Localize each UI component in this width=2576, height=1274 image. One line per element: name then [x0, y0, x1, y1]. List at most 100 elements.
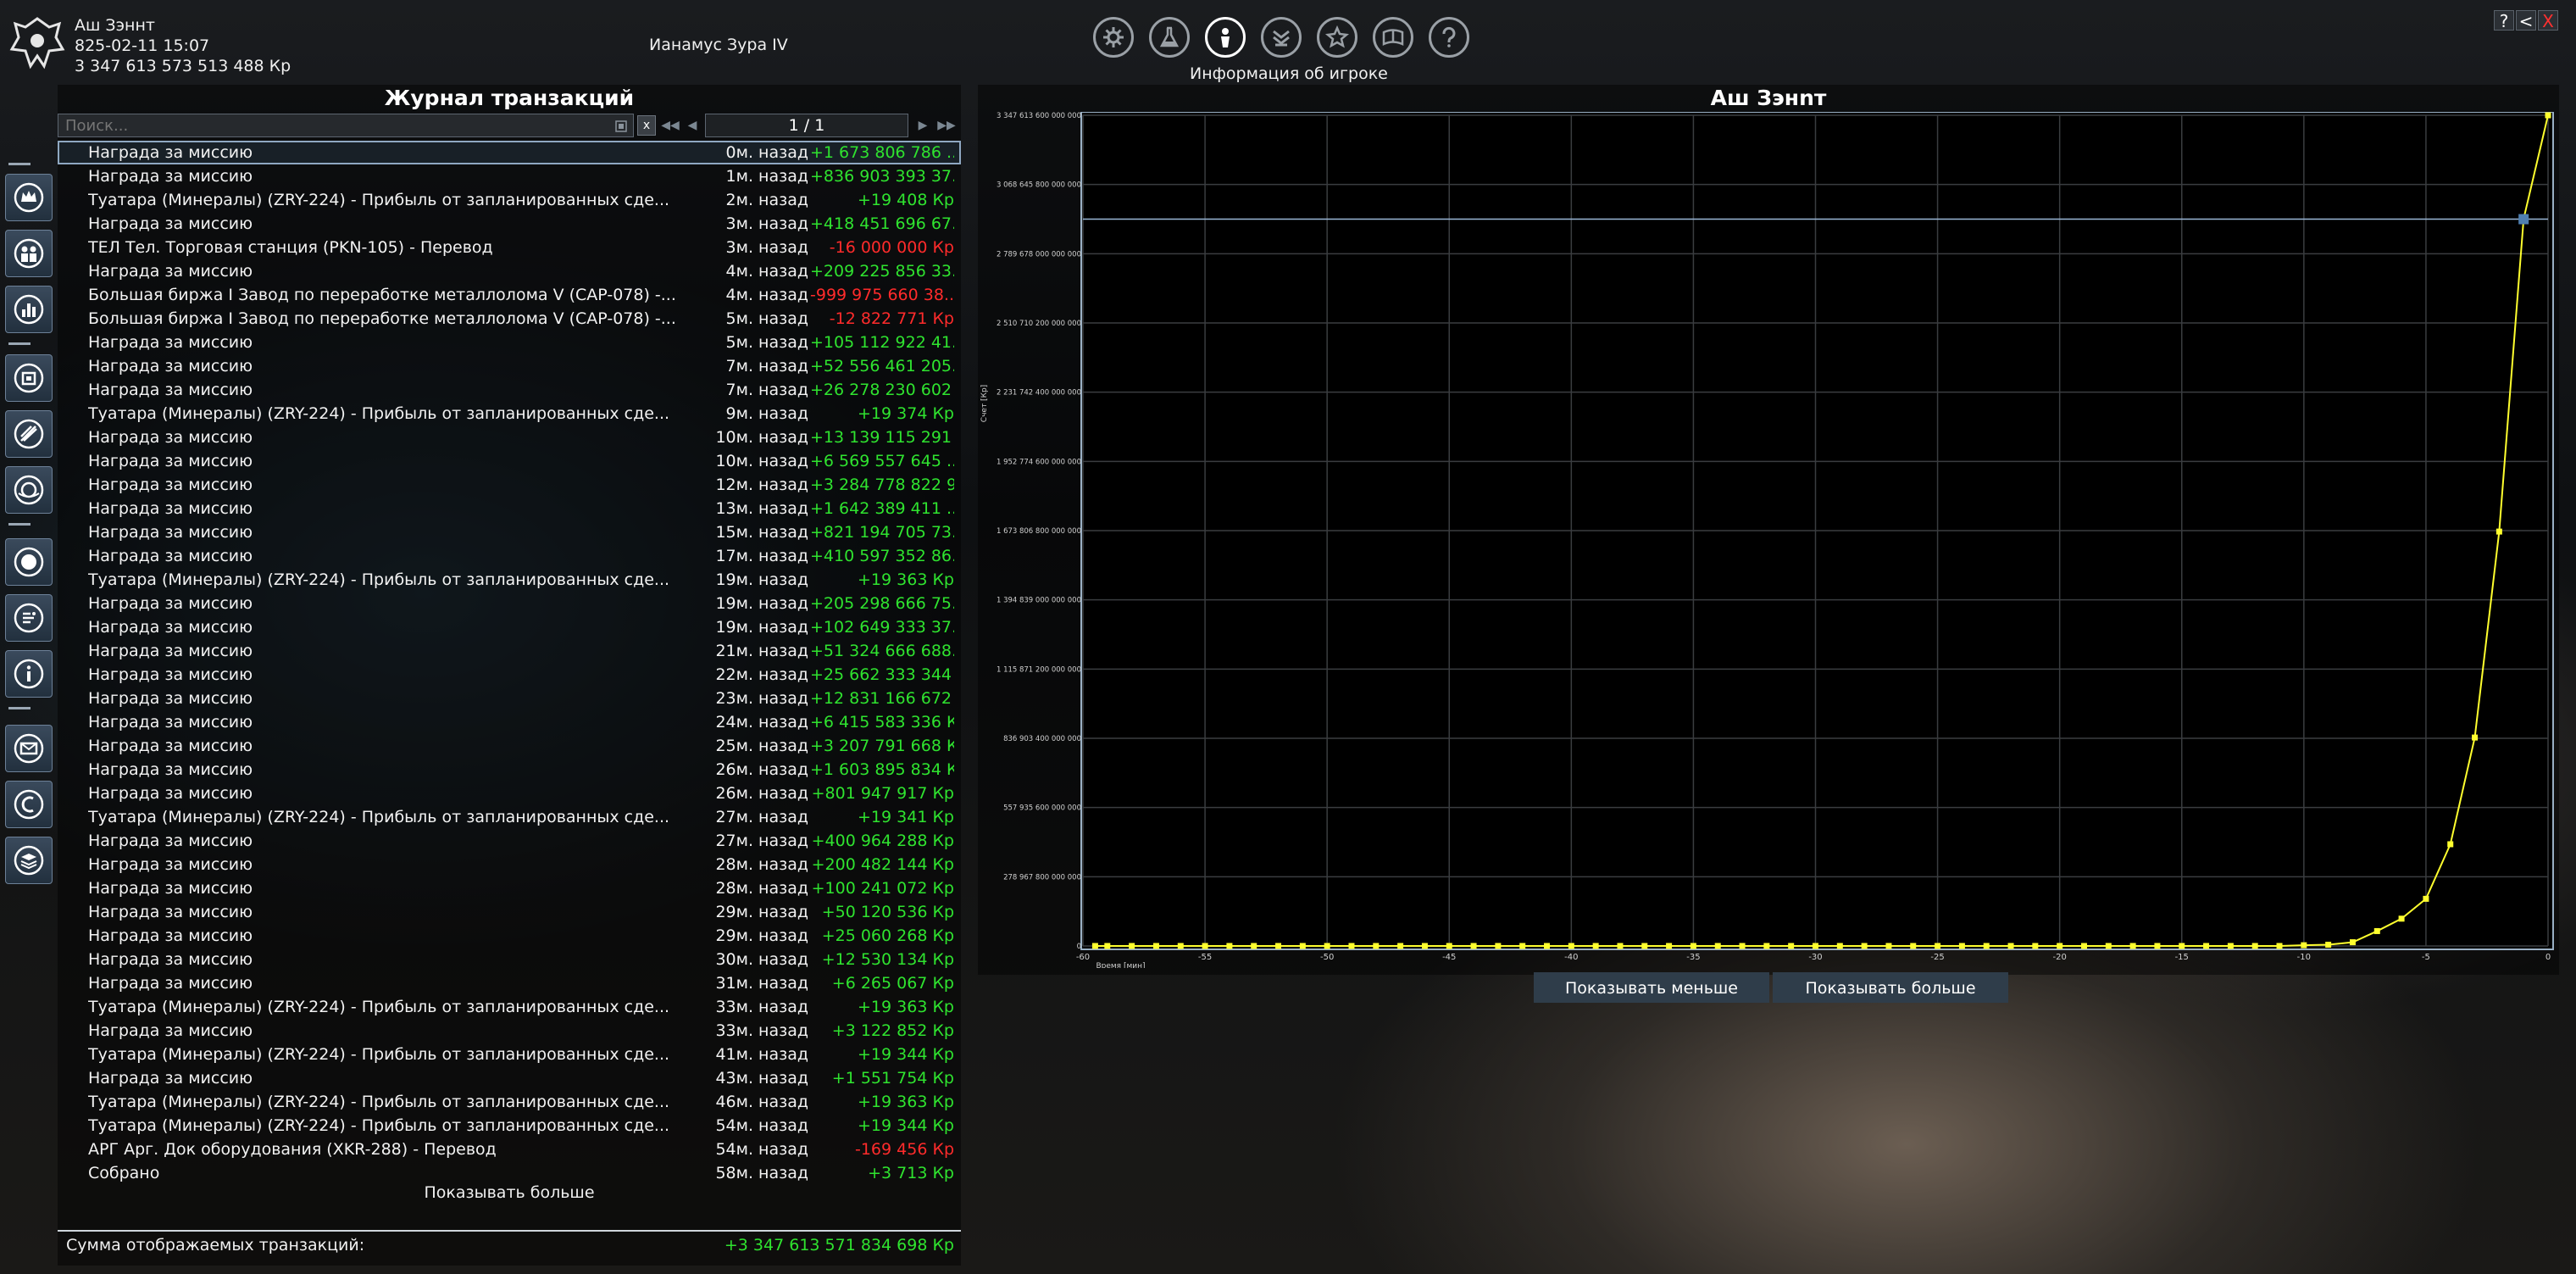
transaction-row[interactable]: Награда за миссию 29м. назад +50 120 536 К…	[58, 900, 961, 924]
data-point[interactable]	[1861, 943, 1868, 949]
transaction-row[interactable]: АРГ Арг. Док оборудования (XKR-288) - Пе…	[58, 1138, 961, 1161]
data-point[interactable]	[1935, 943, 1941, 949]
data-point[interactable]	[1983, 943, 1990, 949]
data-point[interactable]	[2349, 939, 2356, 946]
data-point[interactable]	[1299, 943, 1306, 949]
bar-chart-icon[interactable]	[5, 286, 53, 333]
ship-icon[interactable]	[1261, 17, 1302, 58]
transaction-row[interactable]: Награда за миссию 23м. назад +12 831 166 6…	[58, 687, 961, 710]
transaction-row[interactable]: Награда за миссию 5м. назад +105 112 922 4…	[58, 331, 961, 354]
transaction-row[interactable]: Награда за миссию 15м. назад +821 194 705 …	[58, 520, 961, 544]
ship-gear-icon[interactable]	[5, 410, 53, 458]
mail-icon[interactable]	[5, 725, 53, 772]
transaction-row[interactable]: Награда за миссию 19м. назад +205 298 666 …	[58, 592, 961, 615]
prev-page-icon[interactable]: ◀	[681, 115, 703, 136]
transaction-row[interactable]: Большая биржа I Завод по переработке мет…	[58, 283, 961, 307]
back-button[interactable]: <	[2516, 10, 2536, 31]
crown-icon[interactable]	[5, 174, 53, 221]
encyclopedia-icon[interactable]	[1373, 17, 1413, 58]
last-page-icon[interactable]: ▶▶	[935, 115, 958, 136]
data-point[interactable]	[1641, 943, 1648, 949]
transaction-row[interactable]: Награда за миссию 17м. назад +410 597 352 …	[58, 544, 961, 568]
transaction-row[interactable]: Награда за миссию 10м. назад +6 569 557 64…	[58, 449, 961, 473]
next-page-icon[interactable]: ▶	[912, 115, 934, 136]
empire-icon[interactable]	[1317, 17, 1357, 58]
show-more-transactions-button[interactable]: Показывать больше	[58, 1183, 961, 1202]
data-point[interactable]	[1251, 943, 1257, 949]
data-point[interactable]	[1470, 943, 1477, 949]
help-button[interactable]: ?	[2494, 10, 2514, 31]
close-button[interactable]: X	[2538, 10, 2558, 31]
search-field[interactable]	[58, 114, 634, 137]
data-point[interactable]	[1519, 943, 1526, 949]
data-point[interactable]	[1129, 943, 1135, 949]
transaction-row[interactable]: Награда за миссию 27м. назад +400 964 288 …	[58, 829, 961, 853]
data-point[interactable]	[2398, 915, 2405, 922]
data-point[interactable]	[2203, 943, 2210, 949]
data-point[interactable]	[2227, 943, 2234, 949]
transaction-row[interactable]: Туатара (Минералы) (ZRY-224) - Прибыль о…	[58, 1090, 961, 1114]
data-point[interactable]	[1544, 943, 1551, 949]
data-point[interactable]	[2080, 943, 2087, 949]
transaction-row[interactable]: Награда за миссию 12м. назад +3 284 778 82…	[58, 473, 961, 497]
transaction-row[interactable]: Большая биржа I Завод по переработке мет…	[58, 307, 961, 331]
data-point[interactable]	[1714, 943, 1721, 949]
data-point[interactable]	[1348, 943, 1355, 949]
transaction-row[interactable]: Награда за миссию 28м. назад +100 241 072 …	[58, 876, 961, 900]
data-point[interactable]	[1592, 943, 1599, 949]
transaction-row[interactable]: Награда за миссию 26м. назад +1 603 895 83…	[58, 758, 961, 782]
data-point[interactable]	[1495, 943, 1502, 949]
transaction-row[interactable]: Награда за миссию 13м. назад +1 642 389 41…	[58, 497, 961, 520]
data-point[interactable]	[1091, 943, 1098, 949]
data-point[interactable]	[2472, 734, 2479, 741]
data-point[interactable]	[1226, 943, 1233, 949]
data-point[interactable]	[1568, 943, 1574, 949]
data-point[interactable]	[1910, 943, 1917, 949]
transaction-row[interactable]: Награда за миссию 26м. назад +801 947 917 …	[58, 782, 961, 805]
transaction-row[interactable]: Туатара (Минералы) (ZRY-224) - Прибыль о…	[58, 1114, 961, 1138]
fleet-icon[interactable]	[5, 594, 53, 642]
data-point[interactable]	[1177, 943, 1184, 949]
data-point[interactable]	[1617, 943, 1624, 949]
data-point[interactable]	[2447, 841, 2454, 848]
data-point[interactable]	[2032, 943, 2039, 949]
transaction-row[interactable]: ТЕЛ Тел. Торговая станция (PKN-105) - Пе…	[58, 236, 961, 259]
show-more-button[interactable]: Показывать больше	[1773, 972, 2008, 1003]
transaction-row[interactable]: Награда за миссию 31м. назад +6 265 067 Кр	[58, 971, 961, 995]
first-page-icon[interactable]: ◀◀	[659, 115, 681, 136]
info-icon[interactable]	[5, 650, 53, 698]
transaction-row[interactable]: Награда за миссию 3м. назад +418 451 696 6…	[58, 212, 961, 236]
data-point[interactable]	[1666, 943, 1673, 949]
data-point[interactable]	[1421, 943, 1428, 949]
station-icon[interactable]	[5, 354, 53, 402]
data-point[interactable]	[1885, 943, 1892, 949]
data-point[interactable]	[2373, 927, 2380, 934]
globe-icon[interactable]	[5, 466, 53, 514]
data-point[interactable]	[2423, 895, 2429, 902]
player-info-icon[interactable]	[1205, 17, 1246, 58]
data-point[interactable]	[2325, 942, 2332, 949]
transaction-row[interactable]: Награда за миссию 10м. назад +13 139 115 2…	[58, 426, 961, 449]
data-point[interactable]	[1373, 943, 1380, 949]
stack-icon[interactable]	[5, 837, 53, 884]
transaction-row[interactable]: Награда за миссию 0м. назад +1 673 806 786…	[58, 141, 961, 164]
transaction-row[interactable]: Туатара (Минералы) (ZRY-224) - Прибыль о…	[58, 805, 961, 829]
transaction-row[interactable]: Награда за миссию 4м. назад +209 225 856 3…	[58, 259, 961, 283]
flask-icon[interactable]	[1149, 17, 1190, 58]
transaction-row[interactable]: Награда за миссию 43м. назад +1 551 754 Кр	[58, 1066, 961, 1090]
data-point[interactable]	[2105, 943, 2112, 949]
data-point[interactable]	[2129, 943, 2136, 949]
data-point[interactable]	[1152, 943, 1159, 949]
data-point[interactable]	[1397, 943, 1404, 949]
transaction-row[interactable]: Туатара (Минералы) (ZRY-224) - Прибыль о…	[58, 402, 961, 426]
transaction-row[interactable]: Награда за миссию 25м. назад +3 207 791 66…	[58, 734, 961, 758]
settings-icon[interactable]	[1093, 17, 1134, 58]
data-point[interactable]	[2007, 943, 2014, 949]
data-point[interactable]	[1324, 943, 1330, 949]
transaction-row[interactable]: Туатара (Минералы) (ZRY-224) - Прибыль о…	[58, 188, 961, 212]
transaction-row[interactable]: Награда за миссию 33м. назад +3 122 852 Кр	[58, 1019, 961, 1043]
transaction-row[interactable]: Награда за миссию 30м. назад +12 530 134 К…	[58, 948, 961, 971]
transaction-row[interactable]: Награда за миссию 7м. назад +52 556 461 20…	[58, 354, 961, 378]
data-point[interactable]	[2251, 943, 2258, 949]
data-point[interactable]	[2276, 943, 2283, 949]
